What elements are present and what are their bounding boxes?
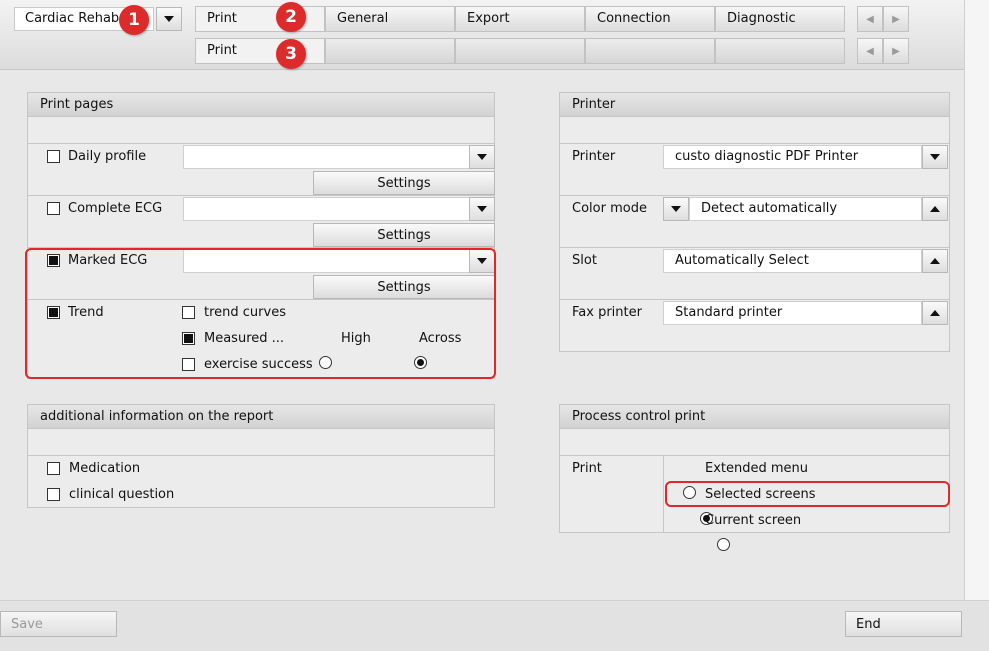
column-divider [663,455,664,533]
annotation-badge-3: 3 [276,39,306,69]
complete-ecg-checkbox[interactable] [47,202,60,215]
chevron-down-icon [930,154,940,160]
subtab-empty-2 [455,38,585,64]
slot-up-button[interactable] [922,249,948,273]
save-button[interactable]: Save [0,611,117,637]
printer-label: Printer [572,149,616,164]
chevron-down-icon [477,206,487,212]
annotation-badge-1: 1 [119,5,149,35]
print-pages-title: Print pages [28,93,494,117]
end-button[interactable]: End [845,611,962,637]
daily-profile-label: Daily profile [68,149,147,164]
slot-label: Slot [572,253,597,268]
fax-printer-select[interactable]: Standard printer [663,301,922,325]
highlight-marked-ecg-trend [25,248,496,379]
complete-ecg-select[interactable] [183,197,470,221]
tab-diagnostic[interactable]: Diagnostic [715,6,845,32]
chevron-left-icon: ◀ [866,13,874,25]
tab-export[interactable]: Export [455,6,585,32]
complete-ecg-settings-button[interactable]: Settings [313,223,495,247]
process-control-panel: Process control print Print Extended men… [559,404,950,551]
module-dropdown-button[interactable] [156,7,182,31]
subtab-empty-4 [715,38,845,64]
daily-profile-checkbox[interactable] [47,150,60,163]
chevron-up-icon [930,258,940,264]
bottom-bar: Save End [0,600,989,651]
top-toolbar: Cardiac Rehab Print General Export Conne… [0,0,964,70]
medication-checkbox[interactable] [47,462,60,475]
print-label: Print [572,461,602,476]
chevron-right-icon: ▶ [892,45,900,57]
color-mode-label: Color mode [572,201,647,216]
tab-scroll-right-button[interactable]: ▶ [883,6,909,32]
tab-connection[interactable]: Connection [585,6,715,32]
current-screen-radio[interactable] [717,538,731,551]
printer-panel: Printer Printer custo diagnostic PDF Pri… [559,92,950,352]
chevron-down-icon [164,16,174,22]
subtab-empty-3 [585,38,715,64]
annotation-badge-2: 2 [276,2,306,32]
slot-select[interactable]: Automatically Select [663,249,922,273]
fax-printer-up-button[interactable] [922,301,948,325]
extended-menu-label: Extended menu [705,461,809,476]
process-control-title: Process control print [560,405,949,429]
daily-profile-dropdown-button[interactable] [469,145,495,169]
clinical-question-label: clinical question [69,487,175,502]
right-scroll-area [964,0,989,600]
complete-ecg-dropdown-button[interactable] [469,197,495,221]
highlight-selected-screens [665,481,950,507]
color-mode-dropdown-button[interactable] [663,197,689,221]
chevron-left-icon: ◀ [866,45,874,57]
printer-title: Printer [560,93,949,117]
tab-scroll-left-button[interactable]: ◀ [857,6,883,32]
chevron-up-icon [930,310,940,316]
color-mode-up-button[interactable] [922,197,948,221]
daily-profile-select[interactable] [183,145,470,169]
chevron-down-icon [671,206,681,212]
chevron-right-icon: ▶ [892,13,900,25]
printer-dropdown-button[interactable] [922,145,948,169]
color-mode-select[interactable]: Detect automatically [689,197,922,221]
additional-info-panel: additional information on the report Med… [27,404,495,508]
current-screen-label: Current screen [705,513,802,528]
subtab-scroll-left-button[interactable]: ◀ [857,38,883,64]
fax-printer-label: Fax printer [572,305,642,320]
tab-general[interactable]: General [325,6,455,32]
clinical-question-checkbox[interactable] [47,488,60,501]
subtab-empty-1 [325,38,455,64]
daily-profile-settings-button[interactable]: Settings [313,171,495,195]
additional-info-title: additional information on the report [28,405,494,429]
chevron-up-icon [930,206,940,212]
chevron-down-icon [477,154,487,160]
medication-label: Medication [69,461,141,476]
subtab-scroll-right-button[interactable]: ▶ [883,38,909,64]
printer-select[interactable]: custo diagnostic PDF Printer [663,145,922,169]
complete-ecg-label: Complete ECG [68,201,163,216]
